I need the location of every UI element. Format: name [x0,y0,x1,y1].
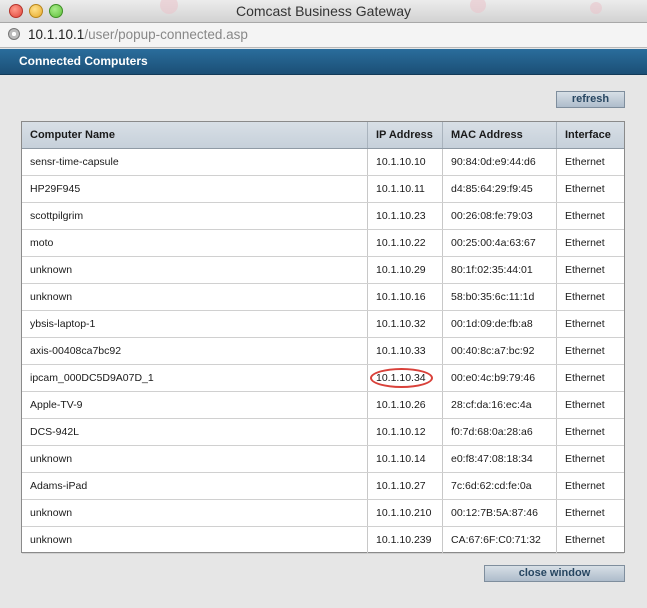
table-row: Adams-iPad 10.1.10.27 7c:6d:62:cd:fe:0a Eth… [22,472,624,500]
url-host: 10.1.10.1 [28,27,85,42]
interface-cell: Ethernet [556,391,624,419]
window-titlebar: Comcast Business Gateway [0,0,647,23]
interface-cell: Ethernet [556,202,624,230]
computer-name-cell: axis-00408ca7bc92 [22,337,368,365]
mac-address-cell: 90:84:0d:e9:44:d6 [442,148,557,176]
interface-cell: Ethernet [556,526,624,554]
ip-address-cell: 10.1.10.33 [367,337,443,365]
ip-address-cell: 10.1.10.22 [367,229,443,257]
interface-cell: Ethernet [556,445,624,473]
ip-address-cell: 10.1.10.14 [367,445,443,473]
interface-cell: Ethernet [556,337,624,365]
column-header-interface: Interface [556,122,624,149]
mac-address-cell: d4:85:64:29:f9:45 [442,175,557,203]
close-window-button[interactable]: close window [484,565,625,582]
mac-address-cell: 00:1d:09:de:fb:a8 [442,310,557,338]
computer-name-cell: ipcam_000DC5D9A07D_1 [22,364,368,392]
table-row: unknown 10.1.10.210 00:12:7B:5A:87:46 Ether… [22,499,624,527]
interface-cell: Ethernet [556,148,624,176]
interface-cell: Ethernet [556,418,624,446]
url-text[interactable]: 10.1.10.1/user/popup-connected.asp [28,27,248,42]
ip-address-cell: 10.1.10.27 [367,472,443,500]
computer-name-cell: Apple-TV-9 [22,391,368,419]
ip-address-cell-highlighted: 10.1.10.34 [367,364,443,392]
table-row: DCS-942L 10.1.10.12 f0:7d:68:0a:28:a6 Ether… [22,418,624,446]
interface-cell: Ethernet [556,499,624,527]
computer-name-cell: Adams-iPad [22,472,368,500]
panel-header: Connected Computers [0,49,647,75]
ip-address-cell: 10.1.10.26 [367,391,443,419]
computer-name-cell: DCS-942L [22,418,368,446]
interface-cell: Ethernet [556,175,624,203]
address-bar[interactable]: 10.1.10.1/user/popup-connected.asp [0,23,647,48]
mac-address-cell: 00:e0:4c:b9:79:46 [442,364,557,392]
table-row: unknown 10.1.10.16 58:b0:35:6c:11:1d Ethern… [22,283,624,311]
interface-cell: Ethernet [556,283,624,311]
interface-cell: Ethernet [556,364,624,392]
computer-name-cell: unknown [22,499,368,527]
window-title: Comcast Business Gateway [235,3,412,19]
table-row: unknown 10.1.10.14 e0:f8:47:08:18:34 Ethern… [22,445,624,473]
refresh-button[interactable]: refresh [556,91,625,108]
table-row: scottpilgrim 10.1.10.23 00:26:08:fe:79:03 E… [22,202,624,230]
ip-address-cell: 10.1.10.29 [367,256,443,284]
table-row: unknown 10.1.10.29 80:1f:02:35:44:01 Ethern… [22,256,624,284]
url-path: /user/popup-connected.asp [84,27,248,42]
mac-address-cell: 00:25:00:4a:63:67 [442,229,557,257]
mac-address-cell: CA:67:6F:C0:71:32 [442,526,557,554]
computer-name-cell: sensr-time-capsule [22,148,368,176]
ip-address-cell: 10.1.10.23 [367,202,443,230]
mac-address-cell: 00:12:7B:5A:87:46 [442,499,557,527]
computer-name-cell: unknown [22,445,368,473]
computer-name-cell: moto [22,229,368,257]
column-header-mac-address: MAC Address [442,122,557,149]
interface-cell: Ethernet [556,229,624,257]
ip-address-cell: 10.1.10.32 [367,310,443,338]
ip-address-cell: 10.1.10.10 [367,148,443,176]
computer-name-cell: unknown [22,256,368,284]
interface-cell: Ethernet [556,256,624,284]
computer-name-cell: unknown [22,526,368,554]
ip-address-cell: 10.1.10.210 [367,499,443,527]
mac-address-cell: 00:26:08:fe:79:03 [442,202,557,230]
table-row: moto 10.1.10.22 00:25:00:4a:63:67 Ethernet [22,229,624,257]
mac-address-cell: f0:7d:68:0a:28:a6 [442,418,557,446]
mac-address-cell: 7c:6d:62:cd:fe:0a [442,472,557,500]
table-row: unknown 10.1.10.239 CA:67:6F:C0:71:32 Ether… [22,526,624,554]
computer-name-cell: ybsis-laptop-1 [22,310,368,338]
page-title: Connected Computers [19,54,148,68]
ip-address-cell: 10.1.10.16 [367,283,443,311]
ip-address-cell: 10.1.10.239 [367,526,443,554]
table-row: ybsis-laptop-1 10.1.10.32 00:1d:09:de:fb:a… [22,310,624,338]
table-row: axis-00408ca7bc92 10.1.10.33 00:40:8c:a7:b… [22,337,624,365]
column-header-ip-address: IP Address [367,122,443,149]
mac-address-cell: 58:b0:35:6c:11:1d [442,283,557,311]
table-row: HP29F945 10.1.10.11 d4:85:64:29:f9:45 Ether… [22,175,624,203]
mac-address-cell: 80:1f:02:35:44:01 [442,256,557,284]
globe-icon [8,28,20,40]
computer-name-cell: HP29F945 [22,175,368,203]
table-header-row: Computer Name IP Address MAC Address Int… [22,122,624,149]
ip-address-text: 10.1.10.34 [376,372,426,384]
interface-cell: Ethernet [556,472,624,500]
ip-address-cell: 10.1.10.11 [367,175,443,203]
interface-cell: Ethernet [556,310,624,338]
column-header-computer-name: Computer Name [22,122,368,149]
mac-address-cell: 28:cf:da:16:ec:4a [442,391,557,419]
table-row: Apple-TV-9 10.1.10.26 28:cf:da:16:ec:4a Eth… [22,391,624,419]
table-row: sensr-time-capsule 10.1.10.10 90:84:0d:e9:… [22,148,624,176]
ip-address-cell: 10.1.10.12 [367,418,443,446]
mac-address-cell: 00:40:8c:a7:bc:92 [442,337,557,365]
connected-computers-table: Computer Name IP Address MAC Address Int… [21,121,625,554]
computer-name-cell: unknown [22,283,368,311]
mac-address-cell: e0:f8:47:08:18:34 [442,445,557,473]
computer-name-cell: scottpilgrim [22,202,368,230]
table-row-highlighted: ipcam_000DC5D9A07D_1 10.1.10.34 00:e0:4c:b… [22,364,624,392]
